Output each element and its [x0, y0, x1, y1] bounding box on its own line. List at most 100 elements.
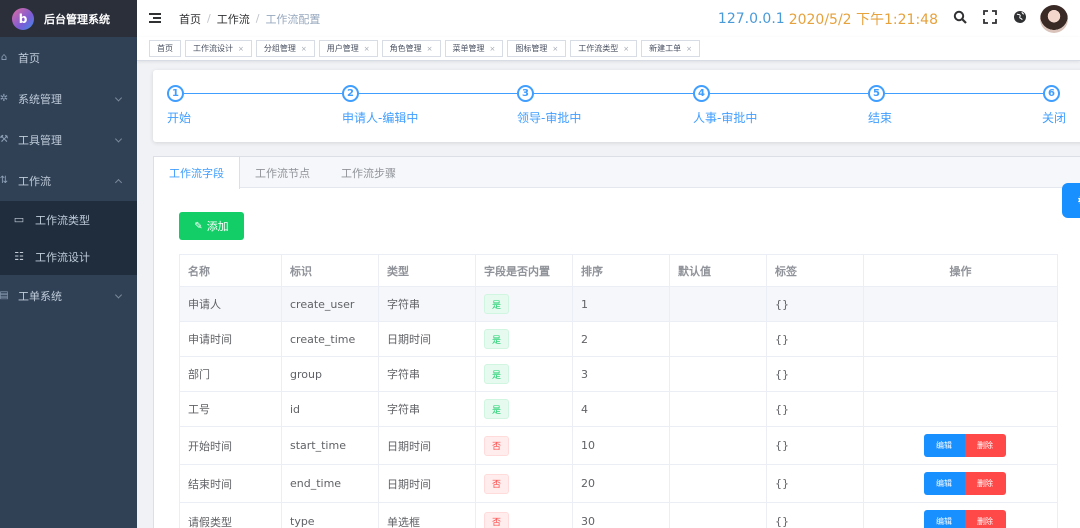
cell-builtin: 是 — [475, 391, 573, 427]
close-icon[interactable]: × — [623, 45, 629, 53]
step-label: 领导-审批中 — [517, 111, 582, 125]
logo[interactable]: b 后台管理系统 — [0, 0, 137, 37]
delete-button[interactable]: 删除 — [964, 510, 1006, 528]
tag-label: 工作流类型 — [578, 44, 619, 53]
cell-tag: {} — [766, 356, 864, 392]
cell-type: 日期时间 — [378, 464, 476, 503]
avatar[interactable] — [1040, 4, 1068, 33]
cell-ops: 编辑 删除 — [863, 426, 1058, 465]
submenu-item-0[interactable]: ▭ 工作流类型 — [0, 201, 137, 238]
close-icon[interactable]: × — [552, 45, 558, 53]
breadcrumb: 首页 / 工作流 / 工作流配置 — [179, 11, 320, 27]
submenu-item-1[interactable]: ☷ 工作流设计 — [0, 238, 137, 275]
ip-address: 127.0.0.1 — [717, 10, 785, 27]
tag-4[interactable]: 角色管理 × — [381, 40, 441, 57]
tab-1[interactable]: 工作流节点 — [240, 157, 326, 188]
breadcrumb-separator: / — [207, 12, 211, 25]
tag-5[interactable]: 菜单管理 × — [444, 40, 504, 57]
tag-label: 首页 — [157, 44, 173, 53]
cell-order: 4 — [572, 391, 670, 427]
cell-key: end_time — [281, 464, 379, 503]
edit-button[interactable]: 编辑 — [923, 510, 965, 528]
tools-icon: ⚒ — [0, 134, 9, 145]
workflow-steps: 1 开始 2 申请人-编辑中 3 领导-审批中 4 人事-审批中 5 结束 6 关闭 — [153, 70, 1080, 142]
sidebar-item-3[interactable]: ⇅ 工作流 — [0, 160, 137, 201]
tab-0[interactable]: 工作流字段 — [153, 157, 240, 189]
cell-key: start_time — [281, 426, 379, 465]
close-icon[interactable]: × — [686, 45, 692, 53]
tag-2[interactable]: 分组管理 × — [255, 40, 315, 57]
cell-order: 1 — [572, 286, 670, 322]
cell-tag: {} — [766, 286, 864, 322]
cell-ops: 编辑 删除 — [863, 464, 1058, 503]
step-connector — [359, 93, 517, 94]
close-icon[interactable]: × — [238, 45, 244, 53]
cell-type: 日期时间 — [378, 321, 476, 357]
close-icon[interactable]: × — [490, 45, 496, 53]
cell-default — [669, 502, 767, 528]
step-connector — [184, 93, 342, 94]
delete-button[interactable]: 删除 — [964, 434, 1006, 457]
step-connector — [534, 93, 693, 94]
breadcrumb-home[interactable]: 首页 — [179, 11, 201, 27]
cell-key: create_user — [281, 286, 379, 322]
logo-icon: b — [12, 7, 34, 30]
edit-icon: ✎ — [194, 220, 203, 232]
tag-3[interactable]: 用户管理 × — [318, 40, 378, 57]
globe-icon[interactable] — [1012, 10, 1028, 28]
add-button[interactable]: ✎ 添加 — [179, 212, 244, 240]
tag-label: 新建工单 — [649, 44, 682, 53]
step-label: 结束 — [868, 111, 893, 125]
cell-default — [669, 356, 767, 392]
close-icon[interactable]: × — [301, 45, 307, 53]
column-header: 标识 — [281, 254, 379, 287]
tag-8[interactable]: 新建工单 × — [641, 40, 700, 57]
navbar: 首页 / 工作流 / 工作流配置 127.0.0.1 2020/5/2 下午1:… — [137, 0, 1080, 37]
cell-tag: {} — [766, 464, 864, 503]
submenu-workflow: ▭ 工作流类型 ☷ 工作流设计 — [0, 201, 137, 275]
cell-order: 3 — [572, 356, 670, 392]
settings-button[interactable]: ⚙ — [1062, 183, 1080, 218]
app-title: 后台管理系统 — [44, 12, 110, 26]
tag-label: 菜单管理 — [452, 44, 485, 53]
cell-name: 部门 — [179, 356, 282, 392]
search-icon[interactable] — [952, 10, 968, 28]
chevron-down-icon — [114, 93, 123, 102]
cell-builtin: 否 — [475, 502, 573, 528]
step-number-4: 4 — [693, 85, 710, 102]
cell-name: 申请时间 — [179, 321, 282, 357]
hamburger-icon[interactable] — [149, 13, 163, 24]
fullscreen-icon[interactable] — [982, 9, 998, 28]
cell-type: 字符串 — [378, 391, 476, 427]
cell-order: 30 — [572, 502, 670, 528]
edit-button[interactable]: 编辑 — [923, 434, 965, 457]
cell-order: 10 — [572, 426, 670, 465]
cell-type: 单选框 — [378, 502, 476, 528]
cell-type: 字符串 — [378, 286, 476, 322]
sidebar-item-label: 系统管理 — [18, 92, 62, 106]
edit-button[interactable]: 编辑 — [923, 472, 965, 495]
close-icon[interactable]: × — [427, 45, 433, 53]
cell-builtin: 否 — [475, 426, 573, 465]
breadcrumb-current: 工作流配置 — [265, 12, 321, 26]
sidebar-item-tickets[interactable]: ▤ 工单系统 — [0, 275, 137, 316]
tag-label: 工作流设计 — [193, 44, 233, 53]
cell-type: 字符串 — [378, 356, 476, 392]
tag-0[interactable]: 首页 — [149, 40, 181, 57]
cell-name: 开始时间 — [179, 426, 282, 465]
step-label: 申请人-编辑中 — [342, 111, 419, 125]
breadcrumb-workflow[interactable]: 工作流 — [217, 11, 250, 27]
tab-2[interactable]: 工作流步骤 — [326, 157, 412, 188]
sidebar-item-2[interactable]: ⚒ 工具管理 — [0, 119, 137, 160]
sidebar-item-1[interactable]: ✲ 系统管理 — [0, 78, 137, 119]
datetime: 2020/5/2 下午1:21:48 — [788, 11, 938, 28]
sidebar-item-0[interactable]: ⌂ 首页 — [0, 37, 137, 78]
cell-tag: {} — [766, 426, 864, 465]
column-header: 字段是否内置 — [475, 254, 573, 287]
tag-6[interactable]: 图标管理 × — [507, 40, 567, 57]
delete-button[interactable]: 删除 — [964, 472, 1006, 495]
close-icon[interactable]: × — [364, 45, 370, 53]
tag-7[interactable]: 工作流类型 × — [570, 40, 638, 57]
tag-1[interactable]: 工作流设计 × — [185, 40, 252, 57]
step-number-1: 1 — [167, 85, 184, 102]
